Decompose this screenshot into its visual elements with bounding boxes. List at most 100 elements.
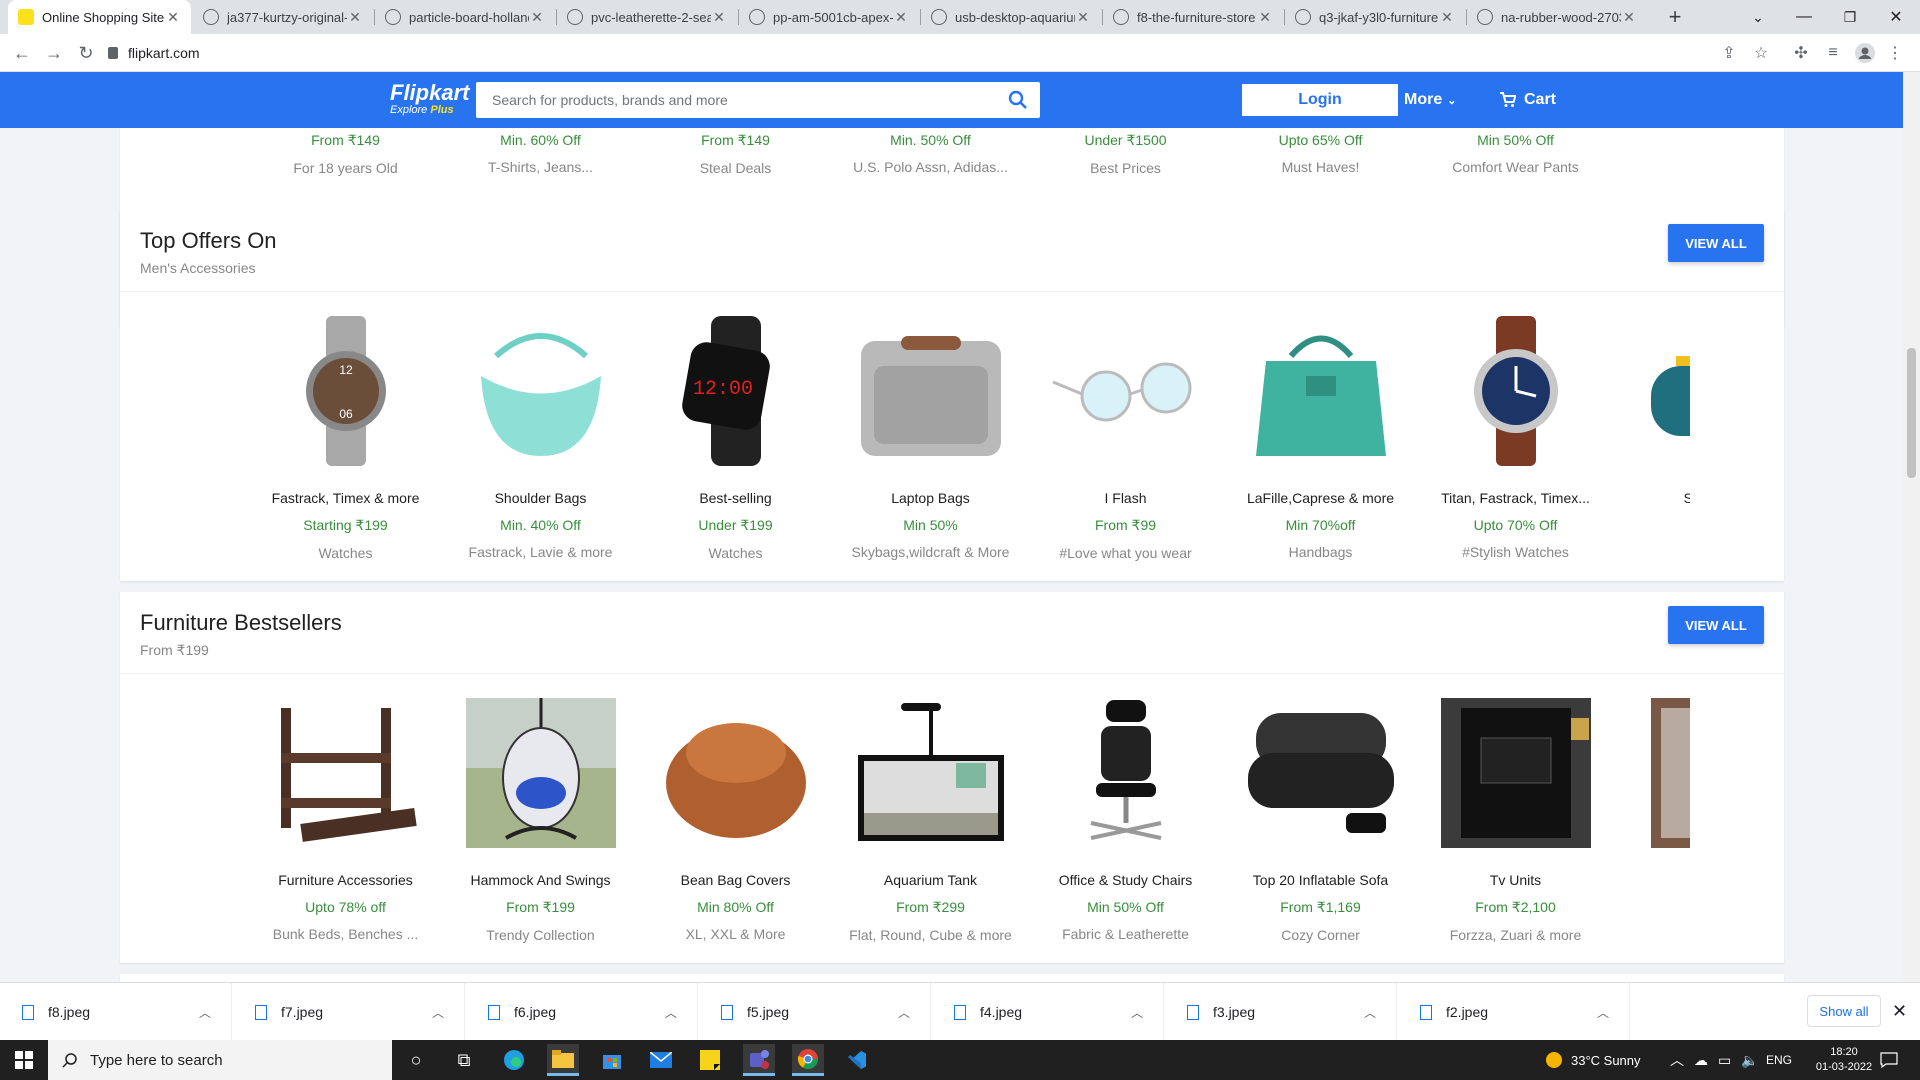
close-icon[interactable]: ✕ <box>711 9 727 26</box>
download-item[interactable]: f8.jpeg ︿ <box>0 983 232 1041</box>
show-all-downloads-button[interactable]: Show all <box>1807 995 1881 1027</box>
cart-button[interactable]: Cart <box>1500 84 1556 116</box>
language-indicator[interactable]: ENG <box>1766 1040 1792 1080</box>
product-card[interactable]: Furniture Accessories Upto 78% off Bunk … <box>248 698 443 942</box>
profile-avatar-icon[interactable] <box>1854 42 1876 64</box>
product-card[interactable]: LaFille,Caprese & more Min 70%off Handba… <box>1223 316 1418 560</box>
chevron-up-icon[interactable]: ︿ <box>1364 1004 1376 1021</box>
product-card[interactable]: 12 06 Fastrack, Timex & more Starting ₹19… <box>248 316 443 561</box>
tab-browser[interactable]: ja377-kurtzy-original-i ✕ <box>193 0 373 34</box>
tab-browser[interactable]: na-rubber-wood-2703 ✕ <box>1467 0 1647 34</box>
volume-icon[interactable]: 🔈 <box>1741 1052 1758 1069</box>
close-icon[interactable]: ✕ <box>1075 9 1091 26</box>
menu-kebab-icon[interactable]: ⋮ <box>1884 42 1906 64</box>
download-item[interactable]: f6.jpeg ︿ <box>466 983 698 1041</box>
chrome-icon[interactable] <box>792 1044 824 1076</box>
mail-icon[interactable] <box>645 1044 677 1076</box>
login-button[interactable]: Login <box>1242 84 1398 116</box>
maximize-button[interactable]: ❐ <box>1827 0 1873 34</box>
chevron-up-icon[interactable]: ︿ <box>898 1004 910 1021</box>
tab-browser[interactable]: pp-am-5001cb-apex-c ✕ <box>739 0 919 34</box>
tab-browser[interactable]: f8-the-furniture-store ✕ <box>1103 0 1283 34</box>
store-icon[interactable] <box>596 1044 628 1076</box>
windows-start-icon[interactable] <box>8 1044 40 1076</box>
prev-item[interactable]: Upto 65% Off Must Haves! <box>1223 128 1418 175</box>
tab-search-button[interactable]: ⌄ <box>1735 0 1781 34</box>
prev-item[interactable]: Min 50% Off Comfort Wear Pants <box>1418 128 1613 175</box>
close-icon[interactable]: ✕ <box>1439 9 1455 26</box>
new-tab-button[interactable]: + <box>1660 0 1690 34</box>
product-card[interactable]: Tv Units From ₹2,100 Forzza, Zuari & mor… <box>1418 698 1613 943</box>
notifications-icon[interactable] <box>1880 1040 1898 1080</box>
chevron-up-icon[interactable]: ︿ <box>1670 1050 1684 1070</box>
download-item[interactable]: f5.jpeg ︿ <box>699 983 931 1041</box>
clock[interactable]: 18:20 01-03-2022 <box>1814 1040 1874 1080</box>
more-menu[interactable]: More ⌄ <box>1404 84 1456 116</box>
tab-browser[interactable]: usb-desktop-aquarium ✕ <box>921 0 1101 34</box>
prev-item[interactable]: From ₹149 Steal Deals <box>638 128 833 176</box>
chevron-up-icon[interactable]: ︿ <box>432 1004 444 1021</box>
tab-online-shopping[interactable]: Online Shopping Site f ✕ <box>8 0 191 34</box>
prev-item[interactable]: From ₹149 For 18 years Old <box>248 128 443 176</box>
weather-widget[interactable]: 33°C Sunny <box>1545 1040 1641 1080</box>
product-card[interactable]: I Flash From ₹99 #Love what you wear <box>1028 316 1223 561</box>
close-icon[interactable]: ✕ <box>1257 9 1273 26</box>
product-card[interactable]: Top 20 Inflatable Sofa From ₹1,169 Cozy … <box>1223 698 1418 943</box>
close-icon[interactable]: ✕ <box>165 9 181 26</box>
product-card[interactable]: Titan, Fastrack, Timex... Upto 70% Off #… <box>1418 316 1613 560</box>
teams-icon[interactable] <box>743 1044 775 1076</box>
prev-item[interactable]: Min. 50% Off U.S. Polo Assn, Adidas... <box>833 128 1028 175</box>
close-icon[interactable]: ✕ <box>529 9 545 26</box>
share-icon[interactable]: ⇪ <box>1718 42 1740 64</box>
extensions-icon[interactable]: ✣ <box>1790 42 1812 64</box>
download-item[interactable]: f2.jpeg ︿ <box>1398 983 1630 1041</box>
reload-button[interactable]: ↻ <box>74 41 98 65</box>
cortana-icon[interactable]: ○ <box>400 1044 432 1076</box>
tab-browser[interactable]: particle-board-holland ✕ <box>375 0 555 34</box>
onedrive-icon[interactable]: ☁ <box>1694 1052 1708 1069</box>
product-card[interactable]: Shoulder Bags Min. 40% Off Fastrack, Lav… <box>443 316 638 560</box>
close-downloads-icon[interactable]: ✕ <box>1892 1001 1907 1022</box>
download-item[interactable]: f3.jpeg ︿ <box>1165 983 1397 1041</box>
taskbar-search-box[interactable]: Type here to search <box>48 1040 392 1080</box>
scrollbar-thumb[interactable] <box>1907 348 1916 478</box>
product-card[interactable]: 12:00 Best-selling Under ₹199 Watches <box>638 316 833 561</box>
bookmark-star-icon[interactable]: ☆ <box>1750 42 1772 64</box>
sticky-notes-icon[interactable] <box>694 1044 726 1076</box>
close-icon[interactable]: ✕ <box>893 9 909 26</box>
product-card[interactable]: Laptop Bags Min 50% Skybags,wildcraft & … <box>833 316 1028 560</box>
close-icon[interactable]: ✕ <box>347 9 363 26</box>
product-card[interactable]: Office & Study Chairs Min 50% Off Fabric… <box>1028 698 1223 942</box>
minimize-button[interactable]: — <box>1781 0 1827 34</box>
vscode-icon[interactable] <box>841 1044 873 1076</box>
forward-button[interactable]: → <box>42 41 66 65</box>
close-icon[interactable]: ✕ <box>1621 9 1637 26</box>
flipkart-logo[interactable]: Flipkart Explore Plus <box>390 80 469 116</box>
search-button[interactable] <box>996 82 1040 118</box>
chevron-up-icon[interactable]: ︿ <box>665 1004 677 1021</box>
file-explorer-icon[interactable] <box>547 1044 579 1076</box>
tab-browser[interactable]: pvc-leatherette-2-seat ✕ <box>557 0 737 34</box>
view-all-button[interactable]: VIEW ALL <box>1668 606 1764 644</box>
prev-item[interactable]: Under ₹1500 Best Prices <box>1028 128 1223 176</box>
chevron-up-icon[interactable]: ︿ <box>1131 1004 1143 1021</box>
network-icon[interactable]: ▭ <box>1718 1052 1731 1069</box>
chevron-up-icon[interactable]: ︿ <box>1597 1004 1609 1021</box>
product-card[interactable]: Bean Bag Covers Min 80% Off XL, XXL & Mo… <box>638 698 833 942</box>
media-control-icon[interactable]: ≡ <box>1822 42 1844 64</box>
prev-item[interactable]: Min. 60% Off T-Shirts, Jeans... <box>443 128 638 175</box>
page-scrollbar[interactable] <box>1903 72 1920 982</box>
product-card[interactable]: Aquarium Tank From ₹299 Flat, Round, Cub… <box>833 698 1028 943</box>
back-button[interactable]: ← <box>10 41 34 65</box>
search-input[interactable] <box>492 92 996 108</box>
download-item[interactable]: f4.jpeg ︿ <box>932 983 1164 1041</box>
edge-browser-icon[interactable] <box>498 1044 530 1076</box>
chevron-up-icon[interactable]: ︿ <box>199 1004 211 1021</box>
task-view-icon[interactable]: ⧉ <box>448 1044 480 1076</box>
product-card[interactable]: Hammock And Swings From ₹199 Trendy Coll… <box>443 698 638 943</box>
tab-browser[interactable]: q3-jkaf-y3l0-furniture ✕ <box>1285 0 1465 34</box>
window-close-button[interactable]: ✕ <box>1873 0 1919 34</box>
address-bar[interactable]: flipkart.com <box>108 38 1708 68</box>
view-all-button[interactable]: VIEW ALL <box>1668 224 1764 262</box>
download-item[interactable]: f7.jpeg ︿ <box>233 983 465 1041</box>
